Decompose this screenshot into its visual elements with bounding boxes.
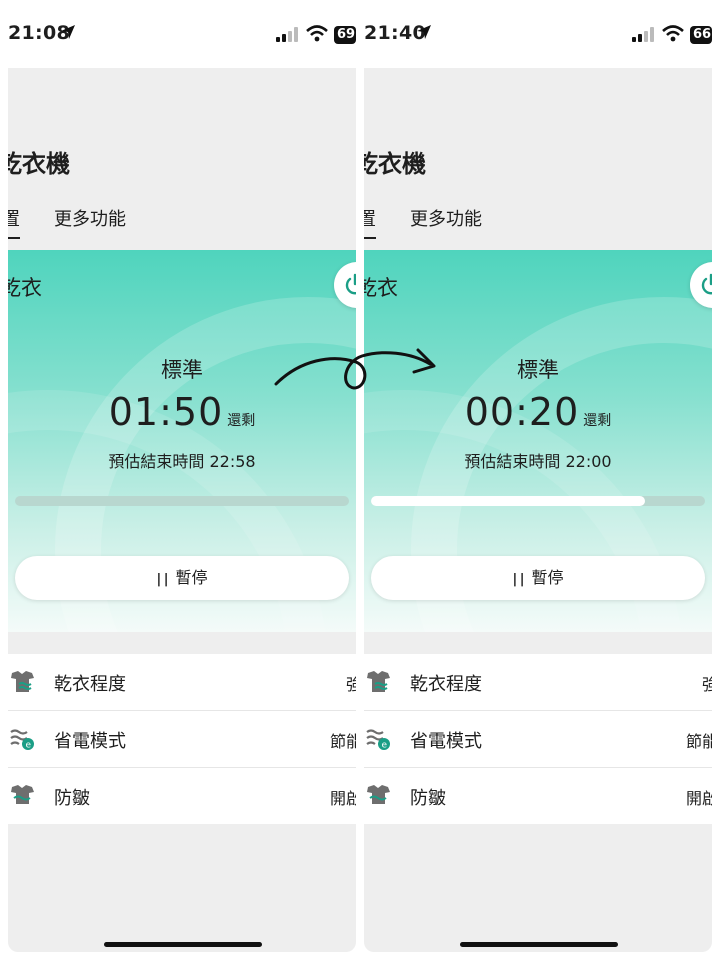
tab-control[interactable]: 置 — [8, 205, 20, 239]
setting-label: 防皺 — [54, 788, 90, 809]
location-arrow-icon — [417, 25, 431, 39]
setting-row-anti-wrinkle[interactable]: 防皺 開啟 — [364, 768, 712, 824]
setting-label: 乾衣程度 — [410, 674, 482, 695]
tab-control[interactable]: 置 — [364, 205, 376, 239]
anti-wrinkle-icon — [367, 785, 390, 804]
page-title: 乾衣機 — [8, 150, 70, 178]
transition-arrow — [274, 348, 436, 390]
setting-label: 防皺 — [410, 788, 446, 809]
wifi-icon — [662, 25, 684, 42]
estimated-end-time: 預估結束時間 22:00 — [464, 452, 612, 471]
home-indicator[interactable] — [104, 942, 262, 947]
setting-value: 開啟 — [685, 789, 712, 808]
status-card: 乾衣 標準 01:50 還剩 預估結束時間 22:58 | | 暫停 — [8, 250, 356, 632]
power-icon — [701, 273, 712, 295]
wifi-icon — [306, 25, 328, 42]
estimated-end-time: 預估結束時間 22:58 — [108, 452, 256, 471]
setting-value: 開啟 — [329, 789, 356, 808]
svg-text:e: e — [26, 741, 32, 751]
setting-row-eco[interactable]: e 省電模式 節能 — [8, 711, 356, 768]
battery-indicator: 66 — [690, 26, 712, 44]
app-screen: 乾衣機 置 更多功能 乾衣 標準 00:20 還剩 預估結束時間 22:00 |… — [364, 68, 712, 952]
pause-label: 暫停 — [531, 568, 564, 587]
status-card: 乾衣 標準 00:20 還剩 預估結束時間 22:00 | | 暫停 — [364, 250, 712, 632]
mode-label: 乾衣 — [364, 276, 398, 300]
mode-label: 乾衣 — [8, 276, 42, 300]
status-bar: 21:40 66 — [356, 0, 712, 68]
cellular-signal-icon — [632, 27, 654, 42]
dryness-level-icon — [367, 671, 390, 692]
remaining-suffix: 還剩 — [227, 413, 256, 429]
setting-row-dryness[interactable]: 乾衣程度 強 — [364, 654, 712, 711]
progress-bar — [371, 496, 705, 506]
setting-value: 強 — [345, 675, 356, 694]
page-title: 乾衣機 — [364, 150, 426, 178]
remaining-suffix: 還剩 — [583, 413, 612, 429]
location-arrow-icon — [61, 25, 75, 39]
power-icon — [345, 273, 356, 295]
setting-value: 節能 — [329, 732, 356, 751]
app-screen: 乾衣機 置 更多功能 乾衣 標準 01:50 還剩 預估結束時間 22:58 |… — [8, 68, 356, 952]
settings-list: 乾衣程度 強 e 省電模式 節能 防皺 開啟 — [364, 654, 712, 824]
dryness-level-icon — [11, 671, 34, 692]
battery-indicator: 69 — [334, 26, 356, 44]
eco-mode-icon: e — [366, 729, 390, 751]
setting-label: 省電模式 — [54, 731, 126, 752]
svg-text:e: e — [382, 741, 388, 751]
remaining-time: 01:50 — [108, 390, 224, 434]
pause-button[interactable]: | | 暫停 — [15, 556, 349, 600]
pause-button[interactable]: | | 暫停 — [371, 556, 705, 600]
tab-more-functions[interactable]: 更多功能 — [54, 205, 126, 231]
home-indicator[interactable] — [460, 942, 618, 947]
settings-list: 乾衣程度 強 e 省電模式 節能 防皺 開啟 — [8, 654, 356, 824]
tab-more-functions[interactable]: 更多功能 — [410, 205, 482, 231]
progress-bar — [15, 496, 349, 506]
cellular-signal-icon — [276, 27, 298, 42]
eco-mode-icon: e — [10, 729, 34, 751]
screenshot-before: 21:08 69 乾衣機 置 更多功能 乾衣 標準 01:50 還剩 預估結束時… — [0, 0, 356, 960]
screenshot-after: 21:40 66 乾衣機 置 更多功能 乾衣 標準 00:20 還剩 預估結束時… — [356, 0, 712, 960]
setting-value: 強 — [701, 675, 712, 694]
setting-label: 乾衣程度 — [54, 674, 126, 695]
pause-label: 暫停 — [175, 568, 208, 587]
pause-icon: | | — [512, 572, 524, 587]
setting-label: 省電模式 — [410, 731, 482, 752]
anti-wrinkle-icon — [11, 785, 34, 804]
setting-row-eco[interactable]: e 省電模式 節能 — [364, 711, 712, 768]
setting-value: 節能 — [685, 732, 712, 751]
progress-fill — [371, 496, 645, 506]
setting-row-dryness[interactable]: 乾衣程度 強 — [8, 654, 356, 711]
setting-row-anti-wrinkle[interactable]: 防皺 開啟 — [8, 768, 356, 824]
status-bar: 21:08 69 — [0, 0, 356, 68]
pause-icon: | | — [156, 572, 168, 587]
remaining-time: 00:20 — [464, 390, 580, 434]
